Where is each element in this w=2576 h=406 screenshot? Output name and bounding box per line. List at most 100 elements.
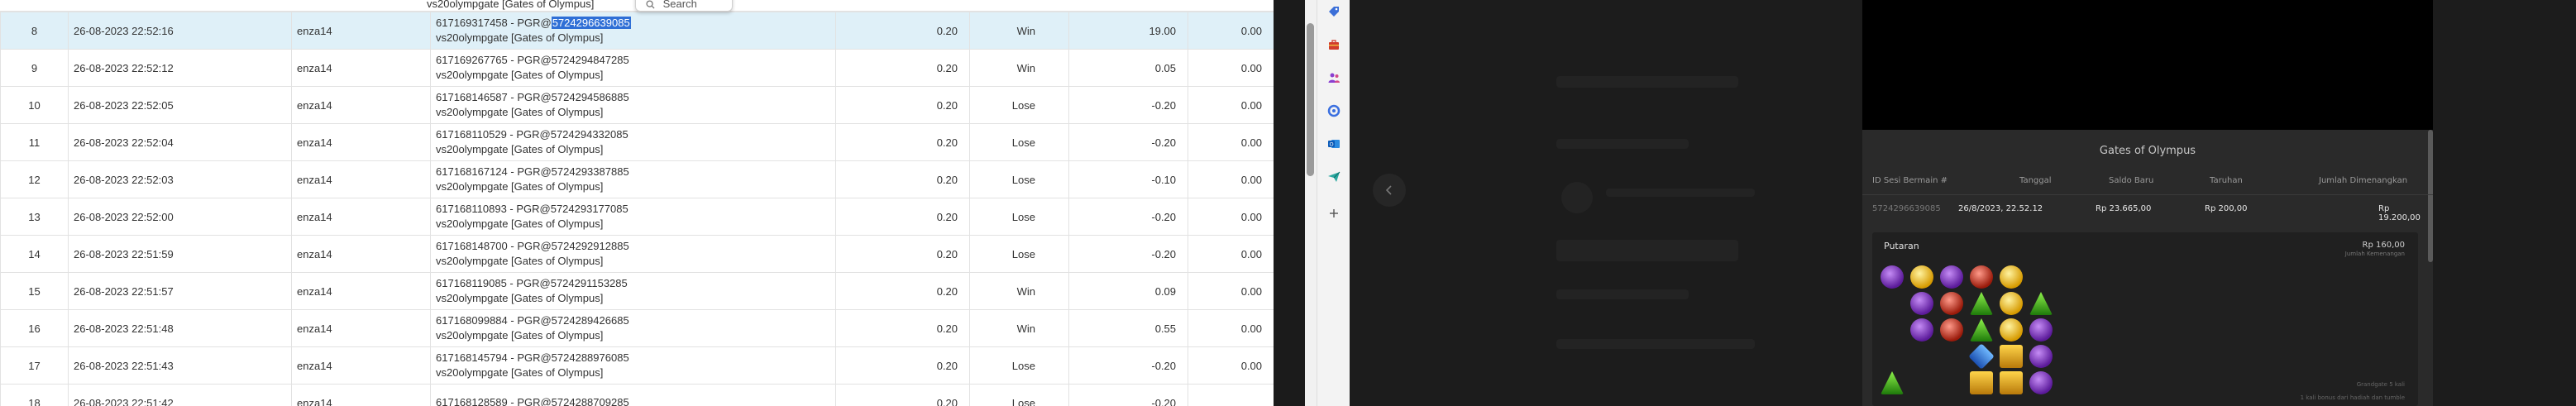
header-bet: Taruhan (2210, 176, 2243, 185)
row-user: enza14 (291, 12, 431, 50)
row-detail: 617169267765 - PGR@5724294847285 vs20olym… (430, 49, 836, 87)
search-popup[interactable]: Search (635, 0, 733, 12)
highlighted-session-id[interactable]: 5724296639085 (551, 17, 631, 29)
header-divider (1862, 194, 2433, 195)
table-row[interactable]: 14 26-08-2023 22:51:59 enza14 617168148700 … (0, 235, 1274, 273)
table-row[interactable]: 17 26-08-2023 22:51:43 enza14 617168145794 … (0, 346, 1274, 385)
blurred-placeholder (1556, 240, 1738, 261)
blurred-placeholder (1556, 76, 1738, 88)
spin-note: 1 kali bonus dari hadiah dan tumble (2300, 394, 2405, 401)
transaction-table: 8 26-08-2023 22:52:16 enza14 617169317458 -… (0, 12, 1274, 406)
row-bet: 0.20 (835, 12, 970, 50)
transaction-table-panel: vs20olympgate [Gates of Olympus] 8 26-08-… (0, 0, 1274, 406)
history-title: Gates of Olympus (2099, 145, 2196, 157)
detail-game-name: vs20olympgate [Gates of Olympus] (436, 180, 604, 193)
spin-sub-label: Jumlah Kemenangan (2344, 251, 2405, 257)
row-datetime: 26-08-2023 22:52:00 (68, 198, 292, 236)
row-number: 9 (0, 49, 69, 87)
row-extra: 0.00 (1188, 346, 1274, 385)
row-extra: 0.00 (1188, 309, 1274, 347)
purple-gem-symbol (2029, 318, 2053, 342)
row-user: enza14 (291, 384, 431, 406)
row-user: enza14 (291, 160, 431, 198)
detail-game-name: vs20olympgate [Gates of Olympus] (436, 255, 604, 267)
row-datetime: 26-08-2023 22:51:43 (68, 346, 292, 385)
row-number: 14 (0, 235, 69, 273)
yellow-gem-symbol (2000, 292, 2023, 315)
detail-game-name: vs20olympgate [Gates of Olympus] (436, 106, 604, 118)
search-icon (646, 0, 655, 9)
row-bet: 0.20 (835, 160, 970, 198)
paper-plane-icon[interactable] (1324, 167, 1344, 187)
detail-game-name: vs20olympgate [Gates of Olympus] (436, 329, 604, 342)
row-win: -0.10 (1068, 160, 1188, 198)
blurred-placeholder (1556, 289, 1689, 299)
detail-transaction-id: 617169317458 - PGR@ (436, 17, 552, 29)
detail-game-name: vs20olympgate [Gates of Olympus] (436, 292, 604, 304)
blurred-placeholder (1556, 139, 1689, 149)
row-win: 19.00 (1068, 12, 1188, 50)
table-row[interactable]: 18 26-08-2023 22:51:42 enza14 617168128589 … (0, 384, 1274, 406)
red-gem-symbol (1940, 318, 1963, 342)
row-extra: 0.00 (1188, 198, 1274, 236)
row-extra: 0.00 (1188, 272, 1274, 310)
row-datetime: 26-08-2023 22:51:48 (68, 309, 292, 347)
purple-gem-symbol (2029, 371, 2053, 394)
row-result: Lose (969, 198, 1069, 236)
session-date: 26/8/2023, 22.52.12 (1958, 204, 2043, 213)
blurred-placeholder (1556, 339, 1755, 349)
row-win: -0.20 (1068, 346, 1188, 385)
detail-game-name: vs20olympgate [Gates of Olympus] (436, 217, 604, 230)
circle-icon[interactable] (1324, 101, 1344, 121)
purple-gem-symbol (2029, 345, 2053, 368)
row-number: 11 (0, 123, 69, 161)
detail-transaction-id: 617168146587 - PGR@5724294586885 (436, 91, 629, 103)
row-user: enza14 (291, 309, 431, 347)
previous-slide-button[interactable] (1373, 174, 1406, 207)
table-row[interactable]: 10 26-08-2023 22:52:05 enza14 617168146587 … (0, 86, 1274, 124)
row-user: enza14 (291, 198, 431, 236)
session-id[interactable]: 5724296639085 (1872, 204, 1941, 213)
table-row[interactable]: 12 26-08-2023 22:52:03 enza14 617168167124 … (0, 160, 1274, 198)
row-win: -0.20 (1068, 198, 1188, 236)
green-gem-symbol (1970, 292, 1993, 315)
row-user: enza14 (291, 235, 431, 273)
detail-transaction-id: 617168148700 - PGR@5724292912885 (436, 240, 629, 252)
row-bet: 0.20 (835, 198, 970, 236)
row-number: 15 (0, 272, 69, 310)
table-row[interactable]: 15 26-08-2023 22:51:57 enza14 617168119085 … (0, 272, 1274, 310)
detail-transaction-id: 617168099884 - PGR@5724289426685 (436, 314, 629, 327)
row-datetime: 26-08-2023 22:51:59 (68, 235, 292, 273)
row-number: 8 (0, 12, 69, 50)
detail-transaction-id: 617168110529 - PGR@5724294332085 (436, 128, 628, 141)
outlook-icon[interactable]: O (1324, 134, 1344, 154)
row-number: 10 (0, 86, 69, 124)
row-result: Lose (969, 86, 1069, 124)
row-result: Win (969, 309, 1069, 347)
row-result: Lose (969, 123, 1069, 161)
tag-icon[interactable] (1324, 2, 1344, 21)
blurred-placeholder (1606, 189, 1755, 197)
row-bet: 0.20 (835, 346, 970, 385)
yellow-gem-symbol (1910, 265, 1933, 289)
table-scrollbar-thumb[interactable] (1307, 23, 1314, 176)
table-row[interactable]: 16 26-08-2023 22:51:48 enza14 617168099884 … (0, 309, 1274, 347)
yellow-gem-symbol (2000, 318, 2023, 342)
table-row[interactable]: 11 26-08-2023 22:52:04 enza14 617168110529 … (0, 123, 1274, 161)
people-icon[interactable] (1324, 68, 1344, 88)
detail-transaction-id: 617168145794 - PGR@5724288976085 (436, 351, 629, 364)
plus-icon[interactable] (1324, 203, 1344, 223)
session-balance: Rp 23.665,00 (2096, 204, 2152, 213)
spin-details: Putaran Rp 160,00 Jumlah Kemenangan Gran… (1872, 232, 2418, 406)
row-number: 13 (0, 198, 69, 236)
table-row[interactable]: 13 26-08-2023 22:52:00 enza14 617168110893 … (0, 198, 1274, 236)
detail-game-name: vs20olympgate [Gates of Olympus] (436, 366, 604, 379)
detail-game-name: vs20olympgate [Gates of Olympus] (436, 143, 604, 155)
header-won: Jumlah Dimenangkan (2319, 176, 2408, 185)
toolbox-icon[interactable] (1324, 35, 1344, 55)
table-row[interactable]: 9 26-08-2023 22:52:12 enza14 617169267765 -… (0, 49, 1274, 87)
row-detail: 617168099884 - PGR@5724289426685 vs20olym… (430, 309, 836, 347)
header-balance: Saldo Baru (2109, 176, 2154, 185)
header-session-id: ID Sesi Bermain # (1872, 176, 1948, 185)
table-row[interactable]: 8 26-08-2023 22:52:16 enza14 617169317458 -… (0, 12, 1274, 50)
